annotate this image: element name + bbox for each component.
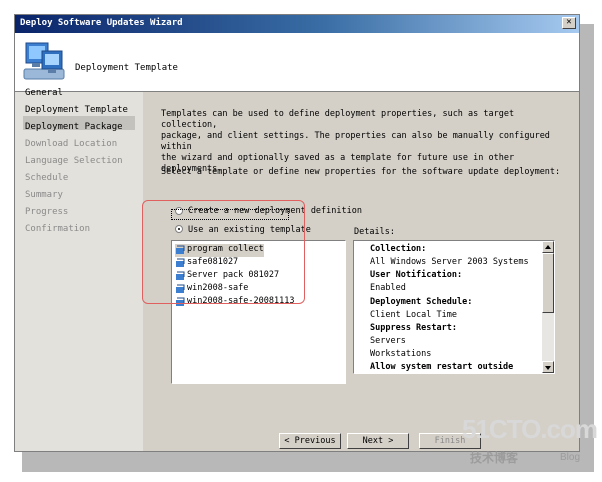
template-prompt: Select a template or define new properti… bbox=[161, 167, 561, 177]
detail-line: Allow system restart outside bbox=[370, 362, 514, 372]
watermark-subtitle: 技术博客 bbox=[470, 451, 519, 465]
detail-line: Suppress Restart: bbox=[370, 323, 457, 333]
close-icon: ✕ bbox=[566, 17, 572, 27]
arrow-down-icon bbox=[545, 366, 551, 370]
scroll-up-button[interactable] bbox=[542, 241, 554, 253]
sidebar-item-schedule: Schedule bbox=[25, 173, 69, 183]
sidebar-item-general[interactable]: General bbox=[25, 88, 63, 98]
next-button[interactable]: Next > bbox=[347, 433, 409, 449]
detail-line: Client Local Time bbox=[370, 310, 457, 320]
page-title: Deployment Template bbox=[75, 63, 178, 73]
detail-line: Enabled bbox=[370, 283, 406, 293]
sidebar-item-progress: Progress bbox=[25, 207, 69, 217]
detail-line: All Windows Server 2003 Systems bbox=[370, 257, 529, 267]
template-description: Templates can be used to define deployme… bbox=[161, 109, 550, 174]
sidebar-item-summary: Summary bbox=[25, 190, 63, 200]
window-title: Deploy Software Updates Wizard bbox=[20, 18, 183, 28]
wizard-header: Deployment Template bbox=[15, 33, 579, 92]
detail-line: User Notification: bbox=[370, 270, 463, 280]
detail-line: Workstations bbox=[370, 349, 432, 359]
arrow-up-icon bbox=[545, 245, 551, 249]
details-panel[interactable]: Collection: All Windows Server 2003 Syst… bbox=[353, 240, 555, 374]
watermark-logo: 51CTO.com bbox=[462, 414, 598, 444]
detail-line: Deployment Schedule: bbox=[370, 297, 473, 307]
computers-icon bbox=[23, 42, 65, 80]
watermark-blog: Blog bbox=[560, 452, 581, 463]
close-button[interactable]: ✕ bbox=[562, 17, 576, 29]
annotation-highlight-box bbox=[142, 200, 305, 304]
previous-button[interactable]: < Previous bbox=[279, 433, 341, 449]
detail-line: Collection: bbox=[370, 244, 427, 254]
scroll-thumb[interactable] bbox=[542, 253, 554, 313]
sidebar-item-deployment-template[interactable]: Deployment Template bbox=[25, 105, 128, 115]
details-label: Details: bbox=[354, 227, 395, 237]
sidebar-item-confirmation: Confirmation bbox=[25, 224, 91, 234]
scroll-down-button[interactable] bbox=[542, 361, 554, 373]
details-scrollbar[interactable] bbox=[542, 241, 554, 373]
sidebar-item-language-selection: Language Selection bbox=[25, 156, 123, 166]
detail-line: Servers bbox=[370, 336, 406, 346]
title-bar[interactable]: Deploy Software Updates Wizard ✕ bbox=[15, 15, 579, 33]
sidebar-item-deployment-package[interactable]: Deployment Package bbox=[25, 122, 123, 132]
sidebar-item-download-location: Download Location bbox=[25, 139, 118, 149]
